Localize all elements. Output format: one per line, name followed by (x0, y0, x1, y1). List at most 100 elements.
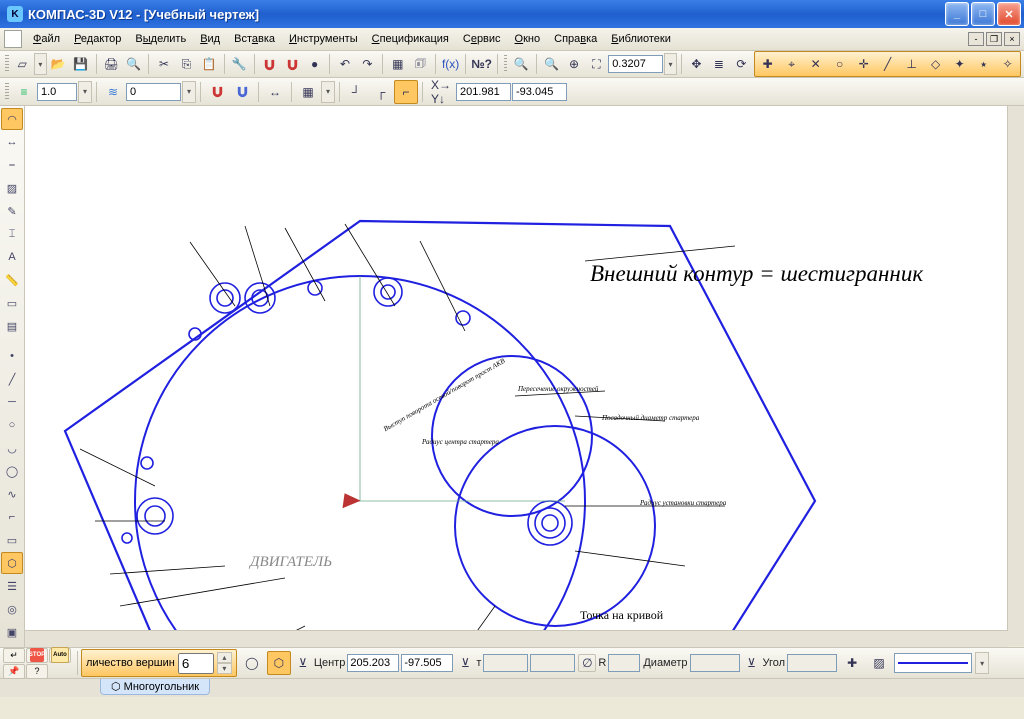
snap10-button[interactable]: ⭑ (972, 53, 995, 75)
menu-edit[interactable]: Редактор (67, 30, 128, 48)
inscribed-button[interactable]: ◯ (240, 651, 264, 675)
angle-input[interactable] (787, 654, 837, 672)
props-button[interactable]: 🗊 (410, 52, 431, 76)
new-button[interactable]: ▱ (12, 52, 33, 76)
spec-tool[interactable]: ▤ (1, 315, 23, 337)
fillet-tool[interactable]: ⌐ (1, 506, 23, 528)
library-button[interactable]: ▦ (387, 52, 408, 76)
axis-style-button[interactable]: ✚ (840, 651, 864, 675)
edit-tool[interactable]: ✎ (1, 200, 23, 222)
zoom-in-button[interactable]: 🔍 (510, 52, 531, 76)
symbols-tool[interactable]: ⎯ (1, 154, 23, 176)
close-button[interactable]: ✕ (997, 2, 1021, 26)
angle-lock[interactable]: ⊻ (743, 654, 761, 672)
snap8-button[interactable]: ◇ (924, 53, 947, 75)
param-tool[interactable]: ⌶ (1, 223, 23, 245)
layer-dd[interactable]: ▾ (182, 81, 196, 103)
scale-dd[interactable]: ▾ (78, 81, 92, 103)
line-style-select[interactable] (894, 653, 972, 673)
open-button[interactable]: 📂 (48, 52, 69, 76)
coord-y[interactable] (512, 83, 567, 101)
menu-help[interactable]: Справка (547, 30, 604, 48)
scale-input[interactable] (37, 83, 77, 101)
print-button[interactable]: 🖨 (100, 52, 121, 76)
circumscribed-button[interactable]: ⬡ (267, 651, 291, 675)
measure-tool[interactable]: 📏 (1, 269, 23, 291)
apply-button[interactable]: ↵ (3, 648, 25, 663)
snap6-button[interactable]: ╱ (876, 53, 899, 75)
spline-tool[interactable]: ∿ (1, 483, 23, 505)
menu-service[interactable]: Сервис (456, 30, 508, 48)
menu-file[interactable]: Файл (26, 30, 67, 48)
zoom-button[interactable]: ⊕ (563, 52, 584, 76)
radius-btn[interactable]: ∅ (578, 654, 596, 672)
pin-button[interactable]: 📌 (3, 664, 25, 679)
horizontal-scrollbar[interactable] (25, 630, 1008, 647)
copy-button[interactable]: ⎘ (176, 52, 197, 76)
snap2-button[interactable]: ⌖ (780, 53, 803, 75)
polygon-tab[interactable]: ⬡ Многоугольник (100, 679, 210, 695)
help2-button[interactable]: ? (26, 664, 48, 679)
center-x-input[interactable] (347, 654, 399, 672)
pan-button[interactable]: ✥ (686, 52, 707, 76)
round-button[interactable]: ⌐ (394, 80, 418, 104)
auto-button[interactable]: Auto (49, 648, 71, 663)
refresh-button[interactable]: ⟳ (731, 52, 752, 76)
snap4-button[interactable]: ○ (828, 53, 851, 75)
grip-icon[interactable] (504, 55, 508, 73)
arc-tool[interactable]: ◡ (1, 437, 23, 459)
redo-button[interactable]: ↷ (357, 52, 378, 76)
vertices-input[interactable] (178, 653, 214, 674)
grip-icon[interactable] (5, 83, 9, 101)
menu-insert[interactable]: Вставка (227, 30, 282, 48)
point-lock[interactable]: ⊻ (456, 654, 474, 672)
zoom-fit-button[interactable]: ⛶ (586, 52, 607, 76)
no-axis-button[interactable]: ▨ (867, 651, 891, 675)
paste-button[interactable]: 📋 (198, 52, 219, 76)
snap11-button[interactable]: ✧ (996, 53, 1019, 75)
rect-tool[interactable]: ▭ (1, 529, 23, 551)
preview-button[interactable]: 🔍 (123, 52, 144, 76)
save-button[interactable]: 💾 (70, 52, 91, 76)
zoom-win-button[interactable]: 🔍 (541, 52, 562, 76)
new-dropdown[interactable]: ▾ (34, 53, 47, 75)
vertices-up[interactable]: ▴ (217, 652, 232, 663)
vertical-scrollbar[interactable] (1007, 106, 1024, 630)
scroll-button[interactable]: ≣ (708, 52, 729, 76)
var-button[interactable]: f(x) (440, 52, 461, 76)
snap7-button[interactable]: ⊥ (900, 53, 923, 75)
ellipse-tool[interactable]: ◯ (1, 460, 23, 482)
contour-tool[interactable]: ☰ (1, 575, 23, 597)
undo-button[interactable]: ↶ (334, 52, 355, 76)
anchor-button[interactable]: ● (304, 52, 325, 76)
equid-tool[interactable]: ◎ (1, 598, 23, 620)
line-style-dd[interactable]: ▾ (975, 652, 989, 674)
zoom-input[interactable] (608, 55, 663, 73)
geometry-tool[interactable]: ◠ (1, 108, 23, 130)
feature-button[interactable]: 🔧 (229, 52, 250, 76)
mdi-restore[interactable]: ❐ (986, 32, 1002, 46)
grid-button[interactable]: ▦ (296, 80, 320, 104)
coord-x[interactable] (456, 83, 511, 101)
snap3-button[interactable]: ✕ (804, 53, 827, 75)
step-button[interactable]: ↔ (263, 80, 287, 104)
radius-input[interactable] (608, 654, 640, 672)
auxline-tool[interactable]: ╱ (1, 368, 23, 390)
center-y-input[interactable] (401, 654, 453, 672)
snap9-button[interactable]: ✦ (948, 53, 971, 75)
local-cs-button[interactable]: ┌ (369, 80, 393, 104)
point-tool[interactable]: • (1, 345, 23, 367)
point-x-input[interactable] (483, 654, 528, 672)
menu-libs[interactable]: Библиотеки (604, 30, 678, 48)
constr-off-button[interactable] (230, 80, 254, 104)
snap1-button[interactable]: ✚ (756, 53, 779, 75)
mdi-minimize[interactable]: - (968, 32, 984, 46)
grip-icon[interactable] (5, 55, 9, 73)
minimize-button[interactable]: _ (945, 2, 969, 26)
magnet2-button[interactable] (281, 52, 302, 76)
constr-on-button[interactable] (205, 80, 229, 104)
line-tool[interactable]: ─ (1, 391, 23, 413)
doc-icon[interactable] (4, 30, 22, 48)
collect-tool[interactable]: ▣ (1, 621, 23, 643)
menu-view[interactable]: Вид (193, 30, 227, 48)
